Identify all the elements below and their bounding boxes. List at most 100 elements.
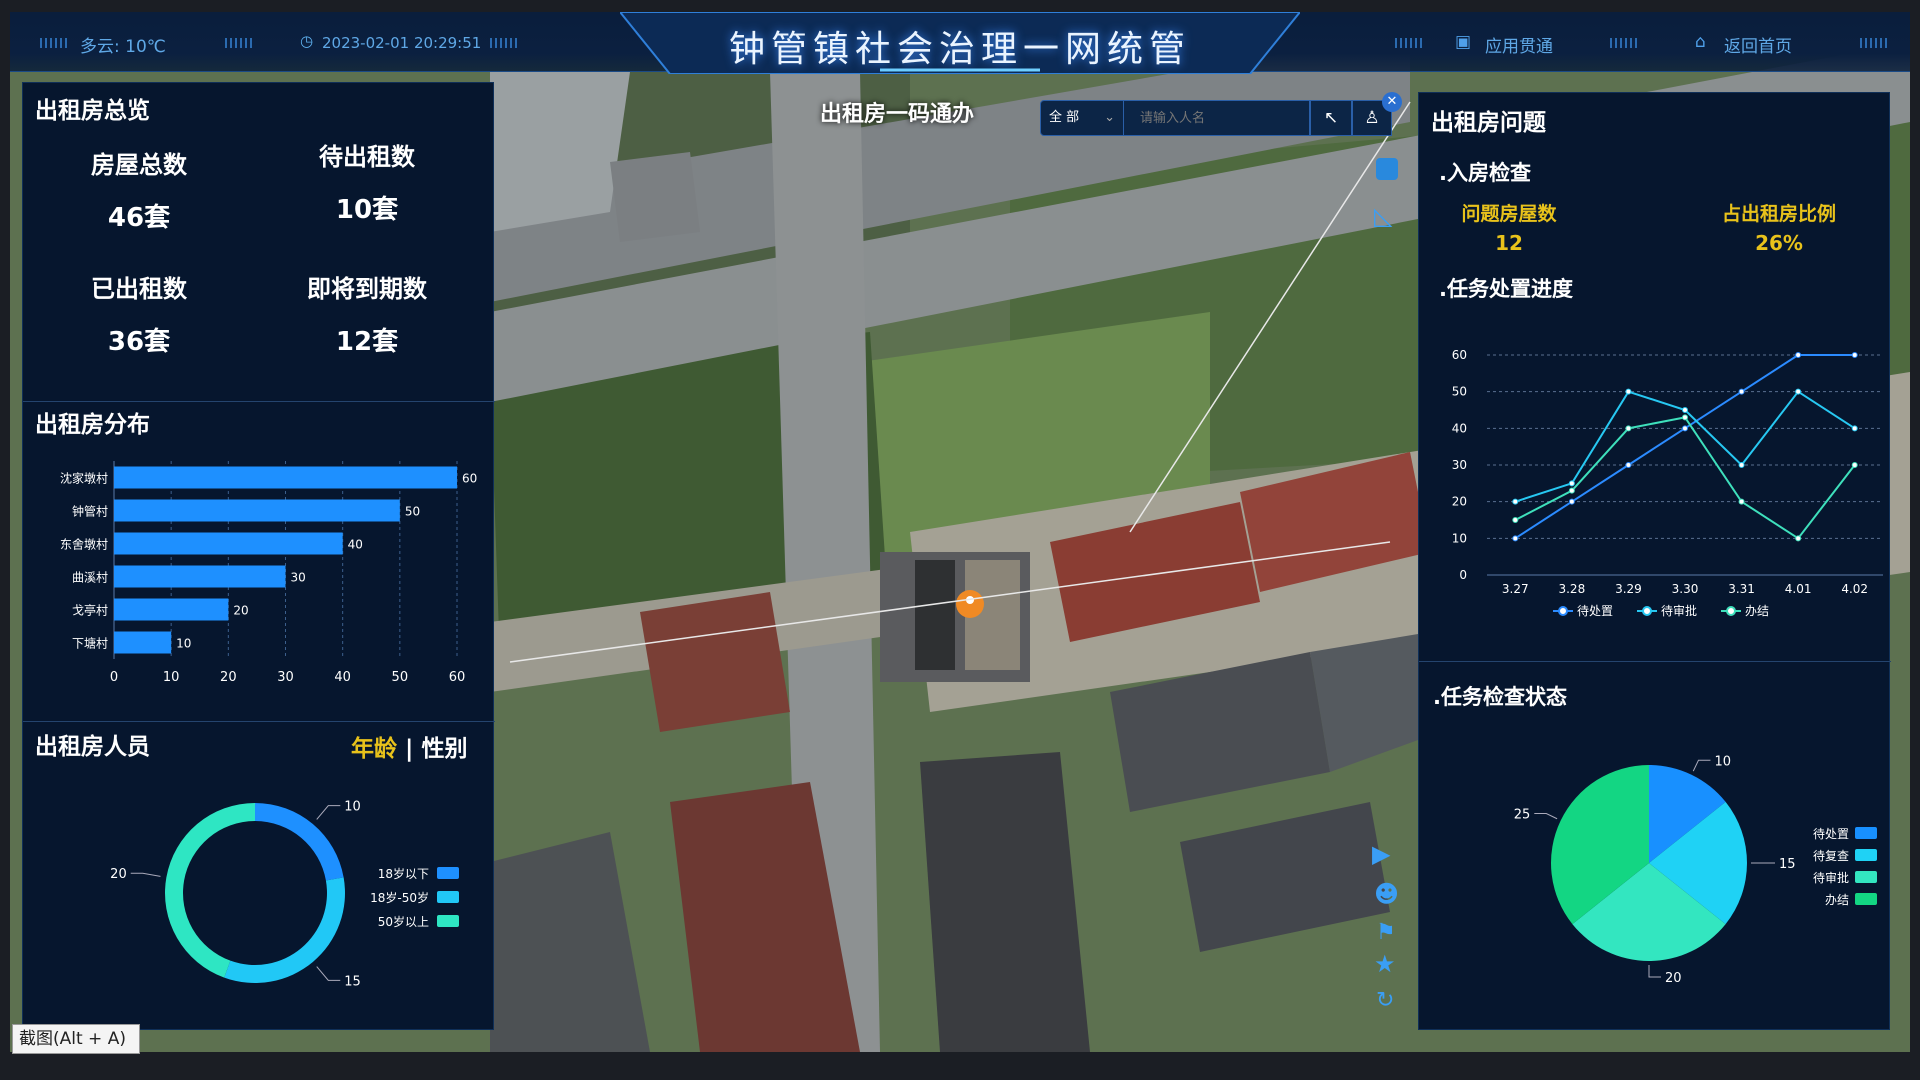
data-point bbox=[1738, 462, 1745, 468]
bar bbox=[114, 532, 343, 555]
left-panel: 出租房总览 房屋总数 46套 待出租数 10套 已出租数 36套 即将到期数 1… bbox=[22, 82, 495, 1030]
home-button[interactable]: 返回首页 bbox=[1724, 32, 1792, 57]
filter-select[interactable]: 全 部 ⌄ bbox=[1040, 100, 1124, 136]
decor-dots bbox=[1395, 38, 1425, 48]
category-label: 钟管村 bbox=[72, 504, 108, 519]
data-label: 15 bbox=[344, 974, 361, 989]
y-tick-label: 40 bbox=[1452, 421, 1467, 435]
status-title: .任务检查状态 bbox=[1433, 685, 1567, 709]
home-icon: ⌂ bbox=[1695, 32, 1706, 52]
legend-label: 18岁以下 bbox=[378, 866, 429, 881]
x-tick-label: 30 bbox=[277, 670, 294, 685]
leader-line bbox=[1534, 813, 1558, 820]
data-label: 10 bbox=[344, 800, 361, 815]
x-tick-label: 3.29 bbox=[1615, 582, 1642, 596]
donut-slice bbox=[164, 803, 255, 978]
category-label: 曲溪村 bbox=[72, 571, 108, 585]
refresh-icon[interactable]: ↻ bbox=[1376, 988, 1394, 1013]
persons-title: 出租房人员 bbox=[35, 734, 150, 760]
distribution-title: 出租房分布 bbox=[35, 412, 150, 438]
divider bbox=[23, 401, 495, 402]
legend-swatch bbox=[437, 891, 459, 903]
x-tick-label: 20 bbox=[220, 670, 237, 685]
status-pie-chart: 10 15 20 25 待处置待复查待审批办结 bbox=[1514, 754, 1877, 986]
bar bbox=[114, 499, 400, 522]
ratio-label: 占出租房比例 bbox=[1721, 203, 1836, 225]
x-tick-label: 0 bbox=[110, 670, 118, 685]
category-label: 下塘村 bbox=[72, 636, 108, 651]
people-icon[interactable]: ☻ bbox=[1374, 880, 1399, 908]
pick-cursor-icon[interactable]: ↖ bbox=[1310, 100, 1352, 136]
data-label: 20 bbox=[110, 867, 127, 882]
close-icon[interactable]: ✕ bbox=[1382, 92, 1402, 112]
flag-icon[interactable]: ⚑ bbox=[1376, 920, 1396, 945]
data-label: 20 bbox=[1665, 971, 1682, 986]
data-point bbox=[1625, 462, 1632, 468]
search-input[interactable] bbox=[1124, 100, 1310, 136]
tab-separator: | bbox=[405, 736, 414, 762]
data-point bbox=[1568, 480, 1575, 487]
star-icon[interactable]: ★ bbox=[1374, 950, 1396, 978]
app-nav-button[interactable]: 应用贯通 bbox=[1485, 32, 1553, 57]
layer-icon[interactable] bbox=[1376, 158, 1398, 180]
progress-line-chart: 0 10 20 30 40 50 60 3.27 3.28 3.29 3.30 3.31 4.01 4.0… bbox=[1452, 348, 1883, 618]
divider bbox=[1419, 661, 1891, 662]
data-point bbox=[1851, 352, 1858, 358]
decor-dots bbox=[490, 38, 520, 48]
data-point bbox=[1512, 535, 1519, 542]
legend-label: 办结 bbox=[1825, 892, 1849, 907]
bar bbox=[114, 466, 457, 489]
legend-swatch bbox=[1855, 871, 1877, 883]
data-point bbox=[1851, 462, 1858, 468]
data-point bbox=[1851, 425, 1858, 432]
decor-dots bbox=[1860, 38, 1890, 48]
category-label: 东舍墩村 bbox=[60, 537, 108, 552]
stat-label: 待出租数 bbox=[319, 143, 415, 171]
map-title: 出租房一码通办 bbox=[820, 102, 975, 127]
leader-line bbox=[1648, 965, 1661, 978]
x-tick-label: 3.28 bbox=[1558, 582, 1585, 596]
measure-icon[interactable]: ◺ bbox=[1374, 202, 1392, 230]
camera-icon[interactable]: ▶ bbox=[1372, 840, 1390, 868]
legend-label: 50岁以上 bbox=[378, 914, 429, 929]
persons-donut-chart: 10 15 20 18岁以下 18岁-50岁 50岁以上 bbox=[110, 800, 459, 989]
legend-marker bbox=[1642, 606, 1652, 616]
screenshot-hint: 截图(Alt + A) bbox=[12, 1024, 140, 1054]
data-label: 40 bbox=[348, 538, 363, 552]
progress-title: .任务处置进度 bbox=[1439, 277, 1573, 301]
y-tick-label: 60 bbox=[1452, 348, 1467, 362]
donut-slice bbox=[224, 877, 345, 983]
tab-age[interactable]: 年龄 bbox=[351, 736, 397, 762]
leader-line bbox=[316, 805, 341, 820]
stat-value: 46套 bbox=[107, 203, 171, 233]
series-line bbox=[1514, 354, 1855, 540]
chevron-down-icon: ⌄ bbox=[1104, 110, 1115, 125]
x-tick-label: 3.27 bbox=[1502, 582, 1529, 596]
y-tick-label: 0 bbox=[1459, 568, 1467, 582]
data-label: 30 bbox=[291, 571, 306, 585]
legend-label: 办结 bbox=[1745, 603, 1769, 618]
clock-icon: ◷ bbox=[300, 32, 314, 50]
legend-label: 待处置 bbox=[1577, 604, 1613, 618]
legend-label: 待审批 bbox=[1661, 603, 1697, 618]
overview-title: 出租房总览 bbox=[35, 98, 150, 124]
y-tick-label: 20 bbox=[1452, 495, 1467, 509]
stat-value: 12套 bbox=[335, 327, 399, 357]
checkin-title: .入房检查 bbox=[1439, 161, 1531, 185]
data-point bbox=[1625, 388, 1632, 395]
data-point bbox=[1682, 414, 1688, 421]
legend-label: 待处置 bbox=[1813, 827, 1849, 841]
leader-line bbox=[130, 872, 161, 877]
tab-gender[interactable]: 性别 bbox=[421, 736, 467, 762]
stat-label: 房屋总数 bbox=[91, 151, 187, 179]
x-tick-label: 3.30 bbox=[1672, 582, 1699, 596]
data-label: 10 bbox=[176, 637, 191, 651]
y-tick-label: 30 bbox=[1452, 458, 1467, 472]
data-point bbox=[1568, 498, 1575, 505]
legend-swatch bbox=[437, 867, 459, 879]
data-label: 60 bbox=[462, 472, 477, 486]
y-tick-label: 50 bbox=[1452, 385, 1467, 399]
data-point bbox=[1738, 388, 1745, 395]
app-icon: ▣ bbox=[1455, 32, 1472, 52]
datetime-text: 2023-02-01 20:29:51 bbox=[322, 34, 482, 52]
